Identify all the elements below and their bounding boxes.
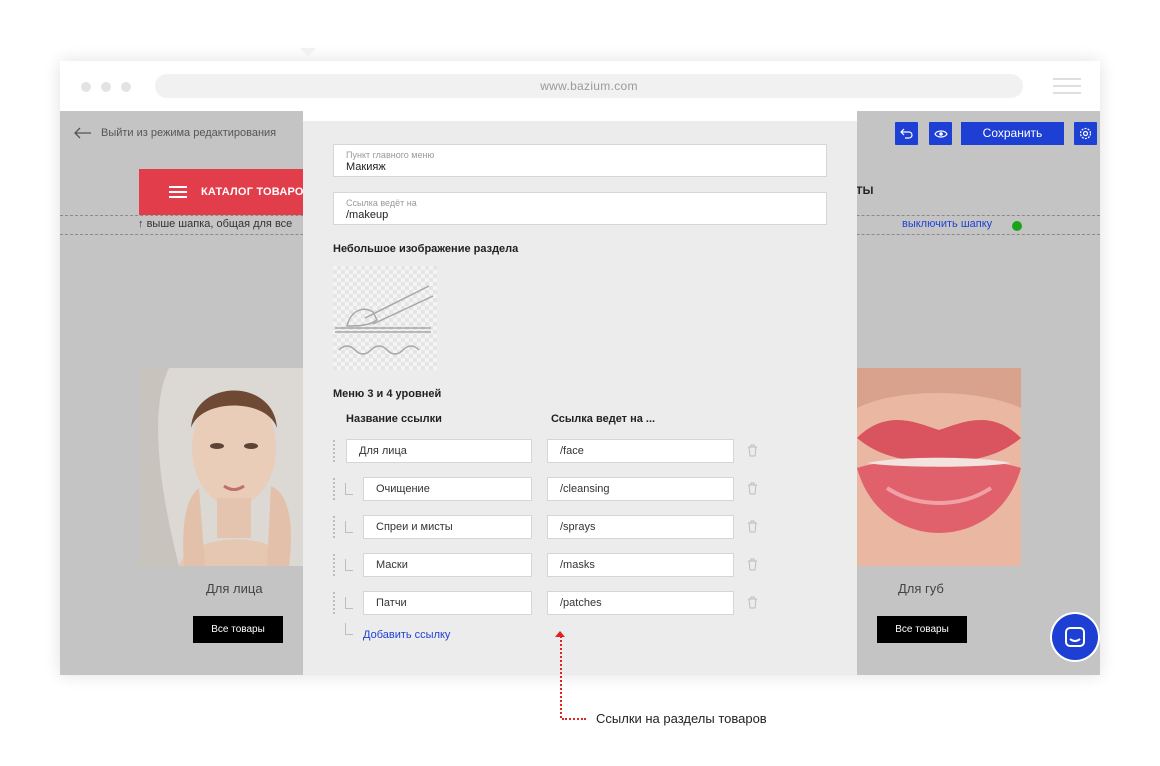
submenu-row: Очищение /cleansing: [333, 477, 793, 501]
submenu-row: Маски /masks: [333, 553, 793, 577]
image-section-heading: Небольшое изображение раздела: [333, 243, 519, 255]
submenu-row: Патчи /patches: [333, 591, 793, 615]
browser-window: www.bazium.com Выйти из режима редактиро…: [60, 61, 1100, 675]
card-title-lips: Для губ: [898, 581, 944, 596]
panel-top-strip: [303, 111, 857, 121]
makeup-brush-icon: [335, 285, 434, 355]
settings-button[interactable]: [1074, 122, 1097, 145]
column-header-link: Ссылка ведет на ...: [551, 413, 656, 425]
link-url-input[interactable]: /cleansing: [547, 477, 734, 501]
tree-branch: [345, 483, 353, 495]
link-url-input[interactable]: /masks: [547, 553, 734, 577]
section-image[interactable]: [333, 266, 437, 370]
trash-icon[interactable]: [747, 482, 758, 495]
link-name-input[interactable]: Патчи: [363, 591, 532, 615]
link-name-input[interactable]: Для лица: [346, 439, 532, 463]
preview-button[interactable]: [929, 122, 952, 145]
link-url-input[interactable]: /sprays: [547, 515, 734, 539]
annotation-connector: [562, 718, 586, 720]
gear-icon: [1079, 127, 1092, 140]
drag-handle-icon[interactable]: [333, 592, 336, 614]
link-field-value: /makeup: [346, 209, 389, 221]
trash-icon[interactable]: [747, 444, 758, 457]
trash-icon[interactable]: [747, 558, 758, 571]
annotation-connector: [560, 636, 562, 718]
drag-handle-icon[interactable]: [333, 478, 336, 500]
menu-icon: [169, 183, 187, 201]
annotation-label: Ссылки на разделы товаров: [596, 711, 767, 726]
exit-edit-mode-link[interactable]: Выйти из режима редактирования: [74, 127, 276, 139]
arrow-left-icon: [74, 127, 91, 139]
column-header-name: Название ссылки: [346, 413, 442, 425]
chat-widget-button[interactable]: [1052, 614, 1098, 660]
undo-button[interactable]: [895, 122, 918, 145]
trash-icon[interactable]: [747, 520, 758, 533]
status-indicator: [1012, 221, 1022, 231]
save-button[interactable]: Сохранить: [961, 122, 1064, 145]
chat-icon: [1065, 627, 1085, 647]
menu-edit-panel: Пункт главного меню Макияж Ссылка ведёт …: [303, 111, 857, 675]
menu-item-field[interactable]: Пункт главного меню Макияж: [333, 144, 827, 177]
link-field-label: Ссылка ведёт на: [346, 198, 417, 208]
tree-branch: [345, 597, 353, 609]
add-link-button[interactable]: Добавить ссылку: [363, 629, 450, 641]
drag-handle-icon[interactable]: [333, 516, 336, 538]
submenu-row: Для лица /face: [333, 439, 793, 463]
panel-pointer: [300, 48, 316, 57]
card-title-face: Для лица: [206, 581, 263, 596]
site-preview: Выйти из режима редактирования Сохранить…: [60, 111, 1100, 675]
window-dot: [81, 82, 91, 92]
lips-product-image[interactable]: [857, 368, 1021, 566]
browser-chrome: www.bazium.com: [60, 61, 1100, 111]
catalog-label: КАТАЛОГ ТОВАРО: [201, 186, 304, 198]
catalog-button[interactable]: КАТАЛОГ ТОВАРО: [139, 169, 304, 215]
submenu-row: Спреи и мисты /sprays: [333, 515, 793, 539]
tree-branch: [345, 623, 353, 635]
link-name-input[interactable]: Спреи и мисты: [363, 515, 532, 539]
window-dot: [121, 82, 131, 92]
tree-branch: [345, 521, 353, 533]
header-note: ↑ выше шапка, общая для все: [138, 218, 293, 230]
undo-icon: [900, 128, 913, 139]
header-note-text: выше шапка, общая для все: [146, 218, 293, 230]
link-url-input[interactable]: /face: [547, 439, 734, 463]
eye-icon: [933, 129, 948, 138]
window-dot: [101, 82, 111, 92]
link-field[interactable]: Ссылка ведёт на /makeup: [333, 192, 827, 225]
address-bar[interactable]: www.bazium.com: [155, 74, 1023, 98]
toggle-header-link[interactable]: выключить шапку: [902, 218, 992, 230]
trash-icon[interactable]: [747, 596, 758, 609]
submenu-section-heading: Меню 3 и 4 уровней: [333, 388, 442, 400]
menu-item-field-label: Пункт главного меню: [346, 150, 435, 160]
drag-handle-icon[interactable]: [333, 554, 336, 576]
all-products-button[interactable]: Все товары: [877, 616, 967, 643]
all-products-button[interactable]: Все товары: [193, 616, 283, 643]
link-name-input[interactable]: Очищение: [363, 477, 532, 501]
face-product-image[interactable]: [139, 368, 304, 566]
tree-branch: [345, 559, 353, 571]
drag-handle-icon[interactable]: [333, 440, 336, 462]
menu-item-field-value: Макияж: [346, 161, 386, 173]
link-url-input[interactable]: /patches: [547, 591, 734, 615]
exit-edit-mode-label: Выйти из режима редактирования: [101, 127, 277, 139]
link-name-input[interactable]: Маски: [363, 553, 532, 577]
browser-menu-icon[interactable]: [1053, 78, 1081, 99]
